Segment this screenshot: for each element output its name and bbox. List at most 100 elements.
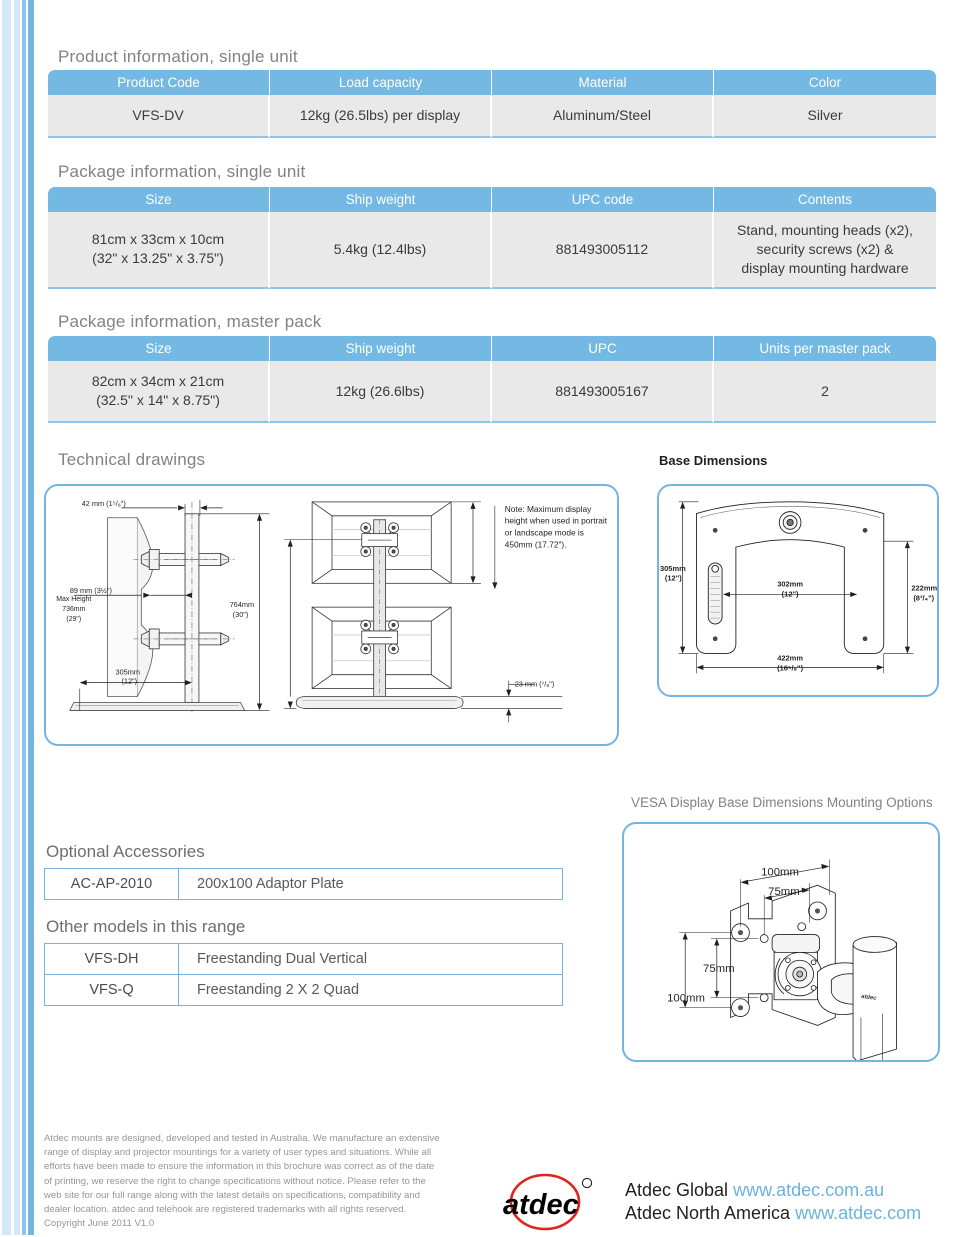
dim-depth-42mm: 42 mm (1⁵/₈") bbox=[82, 499, 126, 508]
vesa-caption: VESA Display Base Dimensions Mounting Op… bbox=[631, 795, 933, 810]
package-single-heading: Package information, single unit bbox=[58, 162, 306, 181]
technical-drawings-heading: Technical drawings bbox=[58, 450, 206, 469]
cell-size: 82cm x 34cm x 21cm (32.5" x 14" x 8.75") bbox=[48, 361, 270, 423]
cell-product-code: VFS-DV bbox=[48, 95, 270, 138]
col-upc-code: UPC code bbox=[492, 187, 714, 212]
disclaimer-line: Atdec mounts are designed, developed and… bbox=[44, 1133, 440, 1144]
dim-vesa-side-100mm: 100mm bbox=[667, 993, 705, 1005]
col-load-capacity: Load capacity bbox=[270, 70, 492, 95]
model-description: Freestanding 2 X 2 Quad bbox=[178, 974, 563, 1006]
contact-global-label: Atdec Global bbox=[625, 1180, 729, 1200]
dim-base-305mm-value: 305mm bbox=[116, 668, 140, 677]
contents-line-3: display mounting hardware bbox=[741, 259, 909, 276]
cell-contents: Stand, mounting heads (x2), security scr… bbox=[714, 212, 936, 289]
note-line-4: 450mm (17.72"). bbox=[505, 540, 567, 550]
disclaimer-line: dealer location. atdec and telehook are … bbox=[44, 1203, 407, 1215]
technical-drawing-panel: 42 mm (1⁵/₈") 89 mm (3½") 764mm (30") 30… bbox=[44, 484, 619, 746]
cell-size: 81cm x 33cm x 10cm (32" x 13.25" x 3.75"… bbox=[48, 212, 270, 289]
dim-base-305mm-inches: (12") bbox=[121, 677, 137, 686]
other-models-heading: Other models in this range bbox=[46, 917, 246, 936]
optional-accessories-heading: Optional Accessories bbox=[46, 842, 205, 861]
package-master-heading: Package information, master pack bbox=[58, 312, 322, 331]
dim-inner-height-value: 222mm bbox=[911, 583, 937, 592]
note-line-2: height when used in portrait bbox=[505, 516, 608, 526]
dim-height-764mm-value: 764mm bbox=[230, 600, 254, 609]
dim-offset-89mm: 89 mm (3½") bbox=[70, 586, 112, 595]
dim-base-thickness-23mm: 23 mm (⁷/₈") bbox=[515, 680, 555, 689]
table-header-row: Size Ship weight UPC code Contents bbox=[48, 187, 936, 212]
model-code: VFS-DH bbox=[44, 943, 179, 975]
registered-mark-icon bbox=[581, 1177, 593, 1189]
base-dimensions-svg: 305mm (12") 222mm (8³/₄") 302mm (12") 42… bbox=[660, 501, 937, 674]
vesa-drawing-svg: 100mm 75mm 75mm 100mm atdec bbox=[667, 859, 897, 1060]
atdec-logo: atdec bbox=[495, 1172, 607, 1232]
dim-base-depth-value: 305mm bbox=[660, 564, 686, 573]
cell-units: 2 bbox=[714, 361, 936, 423]
package-single-table: Size Ship weight UPC code Contents 81cm … bbox=[48, 187, 936, 289]
contact-block: Atdec Global www.atdec.com.au Atdec Nort… bbox=[625, 1180, 921, 1224]
dim-vesa-top-75mm: 75mm bbox=[768, 886, 800, 898]
disclaimer-line: efforts have been made to ensure the inf… bbox=[44, 1161, 435, 1173]
dim-inner-width-inches: (12") bbox=[782, 589, 799, 598]
size-line-1: 81cm x 33cm x 10cm bbox=[91, 231, 225, 248]
table-row: VFS-DV 12kg (26.5lbs) per display Alumin… bbox=[48, 95, 936, 138]
contact-global: Atdec Global www.atdec.com.au bbox=[625, 1180, 921, 1201]
dim-max-height-value: 736mm bbox=[62, 606, 85, 613]
disclaimer-line: of printing, we reserve the right to cha… bbox=[44, 1175, 426, 1187]
logo-wordmark: atdec bbox=[503, 1189, 579, 1221]
contents-line-1: Stand, mounting heads (x2), bbox=[737, 222, 913, 238]
col-ship-weight: Ship weight bbox=[270, 336, 492, 361]
accessory-description: 200x100 Adaptor Plate bbox=[178, 868, 563, 900]
technical-drawing-svg: 42 mm (1⁵/₈") 89 mm (3½") 764mm (30") 30… bbox=[56, 499, 608, 723]
dim-inner-height-inches: (8³/₄") bbox=[913, 593, 934, 602]
size-line-2: (32.5" x 14" x 8.75") bbox=[96, 392, 220, 408]
cell-color: Silver bbox=[714, 95, 936, 138]
cell-ship-weight: 5.4kg (12.4lbs) bbox=[270, 212, 492, 289]
col-ship-weight: Ship weight bbox=[270, 187, 492, 212]
col-material: Material bbox=[492, 70, 714, 95]
cell-upc: 881493005167 bbox=[492, 361, 714, 423]
product-info-table: Product Code Load capacity Material Colo… bbox=[48, 70, 936, 138]
dim-vesa-top-100mm: 100mm bbox=[761, 866, 799, 878]
list-item: VFS-DH Freestanding Dual Vertical bbox=[44, 943, 563, 975]
col-size: Size bbox=[48, 336, 270, 361]
product-info-heading: Product information, single unit bbox=[58, 47, 298, 66]
col-contents: Contents bbox=[714, 187, 936, 212]
disclaimer-line: web site for our full range along with t… bbox=[44, 1189, 420, 1201]
base-dimensions-heading: Base Dimensions bbox=[659, 453, 768, 468]
cell-material: Aluminum/Steel bbox=[492, 95, 714, 138]
table-row: 82cm x 34cm x 21cm (32.5" x 14" x 8.75")… bbox=[48, 361, 936, 423]
contact-global-url[interactable]: www.atdec.com.au bbox=[733, 1180, 884, 1200]
footer-branding: atdec Atdec Global www.atdec.com.au Atde… bbox=[495, 1172, 921, 1232]
datasheet-page: Product information, single unit Product… bbox=[0, 0, 954, 1235]
contact-north-america: Atdec North America www.atdec.com bbox=[625, 1203, 921, 1224]
cell-load-capacity: 12kg (26.5lbs) per display bbox=[270, 95, 492, 138]
atdec-logo-svg: atdec bbox=[503, 1173, 593, 1231]
dim-max-height-label: Max Height bbox=[56, 596, 91, 603]
contact-na-url[interactable]: www.atdec.com bbox=[795, 1203, 921, 1223]
table-row: 81cm x 33cm x 10cm (32" x 13.25" x 3.75"… bbox=[48, 212, 936, 289]
col-units-per-pack: Units per master pack bbox=[714, 336, 936, 361]
dim-outer-width-inches: (16⁵/₈") bbox=[777, 663, 803, 672]
dim-outer-width-value: 422mm bbox=[777, 653, 803, 662]
accessory-code: AC-AP-2010 bbox=[44, 868, 179, 900]
dim-max-height-inches: (29") bbox=[66, 616, 81, 623]
dim-base-depth-inches: (12") bbox=[665, 574, 682, 583]
disclaimer-line: Copyright June 2011 V1.0 bbox=[44, 1218, 155, 1230]
model-description: Freestanding Dual Vertical bbox=[178, 943, 563, 975]
contents-line-2: security screws (x2) & bbox=[756, 240, 894, 257]
other-models-table: VFS-DH Freestanding Dual Vertical VFS-Q … bbox=[44, 943, 563, 1006]
model-code: VFS-Q bbox=[44, 974, 179, 1006]
disclaimer-line: range of display and projector mountings… bbox=[44, 1147, 432, 1159]
footer-disclaimer: Atdec mounts are designed, developed and… bbox=[44, 1132, 484, 1231]
note-line-3: or landscape mode is bbox=[505, 528, 584, 538]
dim-inner-width-value: 302mm bbox=[777, 580, 803, 589]
list-item: AC-AP-2010 200x100 Adaptor Plate bbox=[44, 868, 563, 900]
dim-vesa-side-75mm: 75mm bbox=[703, 963, 735, 975]
table-header-row: Size Ship weight UPC Units per master pa… bbox=[48, 336, 936, 361]
optional-accessories-table: AC-AP-2010 200x100 Adaptor Plate bbox=[44, 868, 563, 900]
col-color: Color bbox=[714, 70, 936, 95]
col-size: Size bbox=[48, 187, 270, 212]
col-upc: UPC bbox=[492, 336, 714, 361]
dim-height-764mm-inches: (30") bbox=[233, 610, 249, 619]
